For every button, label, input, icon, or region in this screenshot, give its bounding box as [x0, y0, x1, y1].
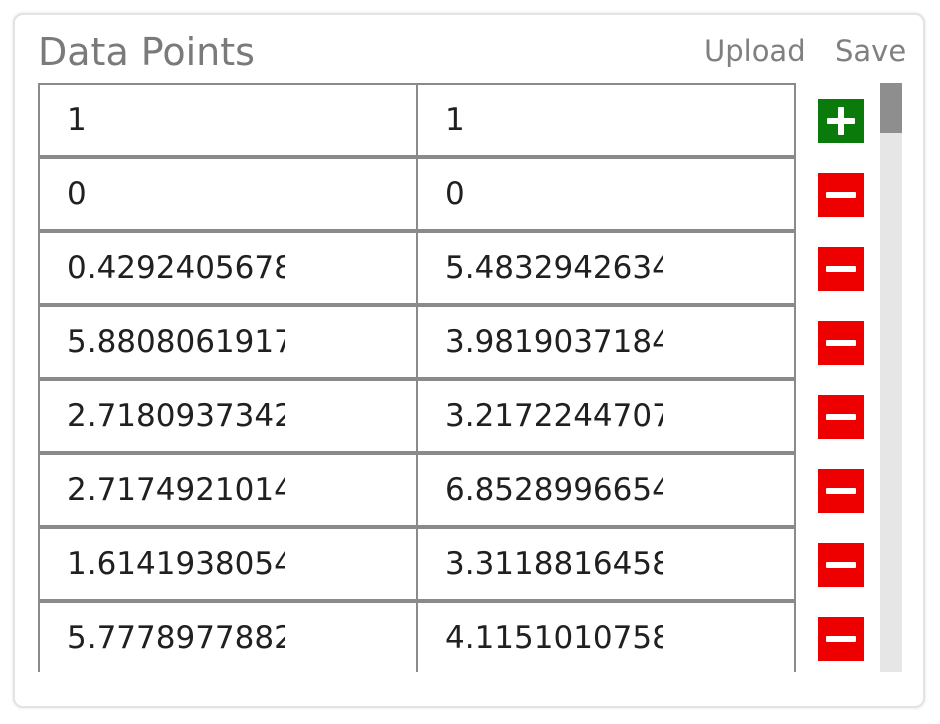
- x-cell: 2.7180937342: [38, 379, 418, 453]
- y-cell: 0: [416, 157, 796, 231]
- minus-icon: [818, 395, 864, 439]
- y-value-input[interactable]: 1: [445, 85, 663, 155]
- x-value-input[interactable]: 5.7778977882: [67, 603, 285, 672]
- data-points-table: 1 1 0 0 0.4292405678 5.4832942634 5.8808061917…: [38, 83, 878, 672]
- remove-row-button[interactable]: [818, 617, 864, 661]
- y-cell: 6.8528996654: [416, 453, 796, 527]
- x-value-input[interactable]: 1: [67, 85, 285, 155]
- minus-icon: [818, 173, 864, 217]
- x-value-input[interactable]: 2.7180937342: [67, 381, 285, 451]
- x-value-input[interactable]: 5.8808061917: [67, 307, 285, 377]
- save-button[interactable]: Save: [835, 31, 906, 71]
- x-value-input[interactable]: 1.6141938054: [67, 529, 285, 599]
- x-cell: 1.6141938054: [38, 527, 418, 601]
- y-value-input[interactable]: 6.8528996654: [445, 455, 663, 525]
- x-cell: 1: [38, 83, 418, 157]
- upload-button[interactable]: Upload: [704, 31, 806, 71]
- y-value-input[interactable]: 3.9819037184: [445, 307, 663, 377]
- x-value-input[interactable]: 2.7174921014: [67, 455, 285, 525]
- x-cell: 0.4292405678: [38, 231, 418, 305]
- scrollbar-thumb[interactable]: [880, 83, 902, 133]
- minus-icon: [818, 617, 864, 661]
- y-cell: 3.3118816458: [416, 527, 796, 601]
- x-cell: 5.7778977882: [38, 601, 418, 672]
- y-value-input[interactable]: 3.2172244707: [445, 381, 663, 451]
- remove-row-button[interactable]: [818, 321, 864, 365]
- plus-icon: [818, 99, 864, 143]
- y-value-input[interactable]: 3.3118816458: [445, 529, 663, 599]
- y-value-input[interactable]: 5.4832942634: [445, 233, 663, 303]
- y-cell: 3.2172244707: [416, 379, 796, 453]
- x-cell: 2.7174921014: [38, 453, 418, 527]
- y-value-input[interactable]: 4.1151010758: [445, 603, 663, 672]
- x-value-input[interactable]: 0.4292405678: [67, 233, 285, 303]
- y-cell: 3.9819037184: [416, 305, 796, 379]
- x-cell: 0: [38, 157, 418, 231]
- y-cell: 4.1151010758: [416, 601, 796, 672]
- vertical-scrollbar[interactable]: [880, 83, 902, 672]
- remove-row-button[interactable]: [818, 469, 864, 513]
- x-cell: 5.8808061917: [38, 305, 418, 379]
- minus-icon: [818, 469, 864, 513]
- x-value-input[interactable]: 0: [67, 159, 285, 229]
- minus-icon: [818, 247, 864, 291]
- remove-row-button[interactable]: [818, 395, 864, 439]
- y-value-input[interactable]: 0: [445, 159, 663, 229]
- minus-icon: [818, 321, 864, 365]
- y-cell: 1: [416, 83, 796, 157]
- remove-row-button[interactable]: [818, 247, 864, 291]
- remove-row-button[interactable]: [818, 173, 864, 217]
- minus-icon: [818, 543, 864, 587]
- panel-title: Data Points: [38, 30, 255, 74]
- remove-row-button[interactable]: [818, 543, 864, 587]
- add-row-button[interactable]: [818, 99, 864, 143]
- y-cell: 5.4832942634: [416, 231, 796, 305]
